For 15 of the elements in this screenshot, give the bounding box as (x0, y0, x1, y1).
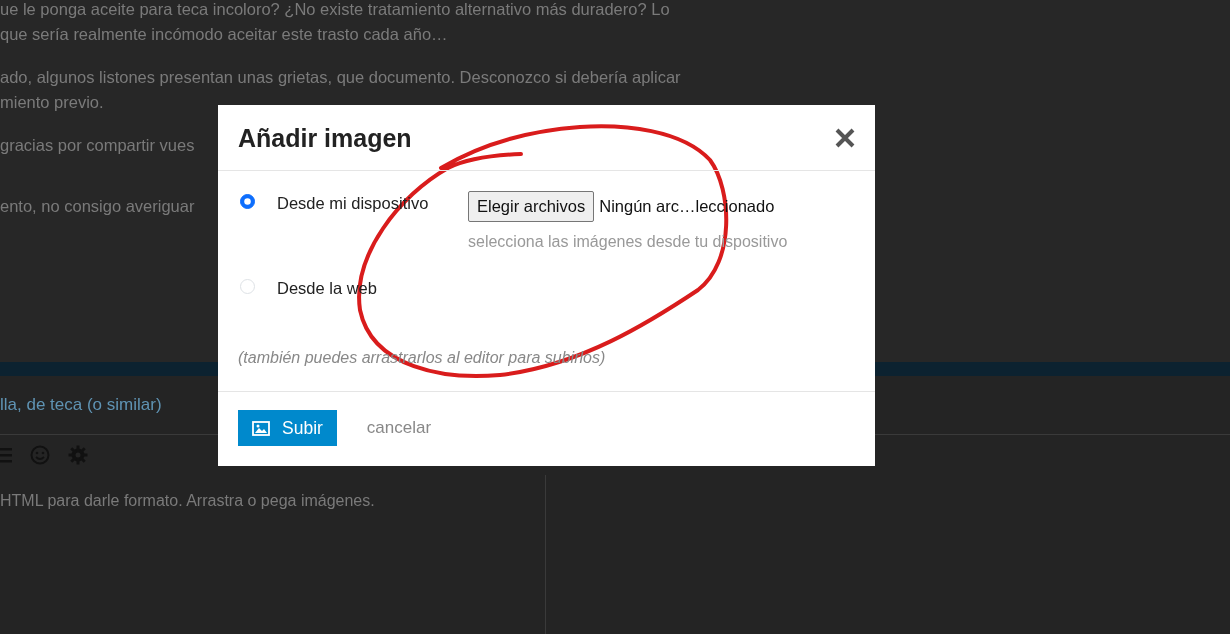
paragraph-line: que sería realmente incómodo aceitar este trasto cada año… (0, 24, 448, 45)
upload-button[interactable]: Subir (238, 410, 337, 446)
paragraph-line: ado, algunos listones presentan unas grietas, que documento. Desconozco si debería aplicar (0, 67, 681, 88)
paragraph-line: gracias por compartir vues (0, 135, 195, 156)
editor-field[interactable]: HTML para darle formato. Arrastra o pega imágenes. (0, 475, 546, 634)
title-field-text: lla, de teca (o similar) (0, 394, 162, 417)
radio-button[interactable] (240, 194, 255, 209)
paragraph-line: ento, no consigo averiguar (0, 196, 195, 217)
cancel-link[interactable]: cancelar (366, 415, 432, 441)
paragraph-line: ue le ponga aceite para teca incoloro? ¿No existe tratamiento alternativo más duradero? Lo (0, 0, 670, 20)
image-icon (252, 420, 270, 436)
choose-files-button[interactable]: Elegir archivos (468, 191, 595, 222)
dialog-title: Añadir imagen (238, 122, 412, 153)
paragraph-line: miento previo. (0, 92, 104, 113)
close-icon[interactable] (835, 127, 855, 148)
